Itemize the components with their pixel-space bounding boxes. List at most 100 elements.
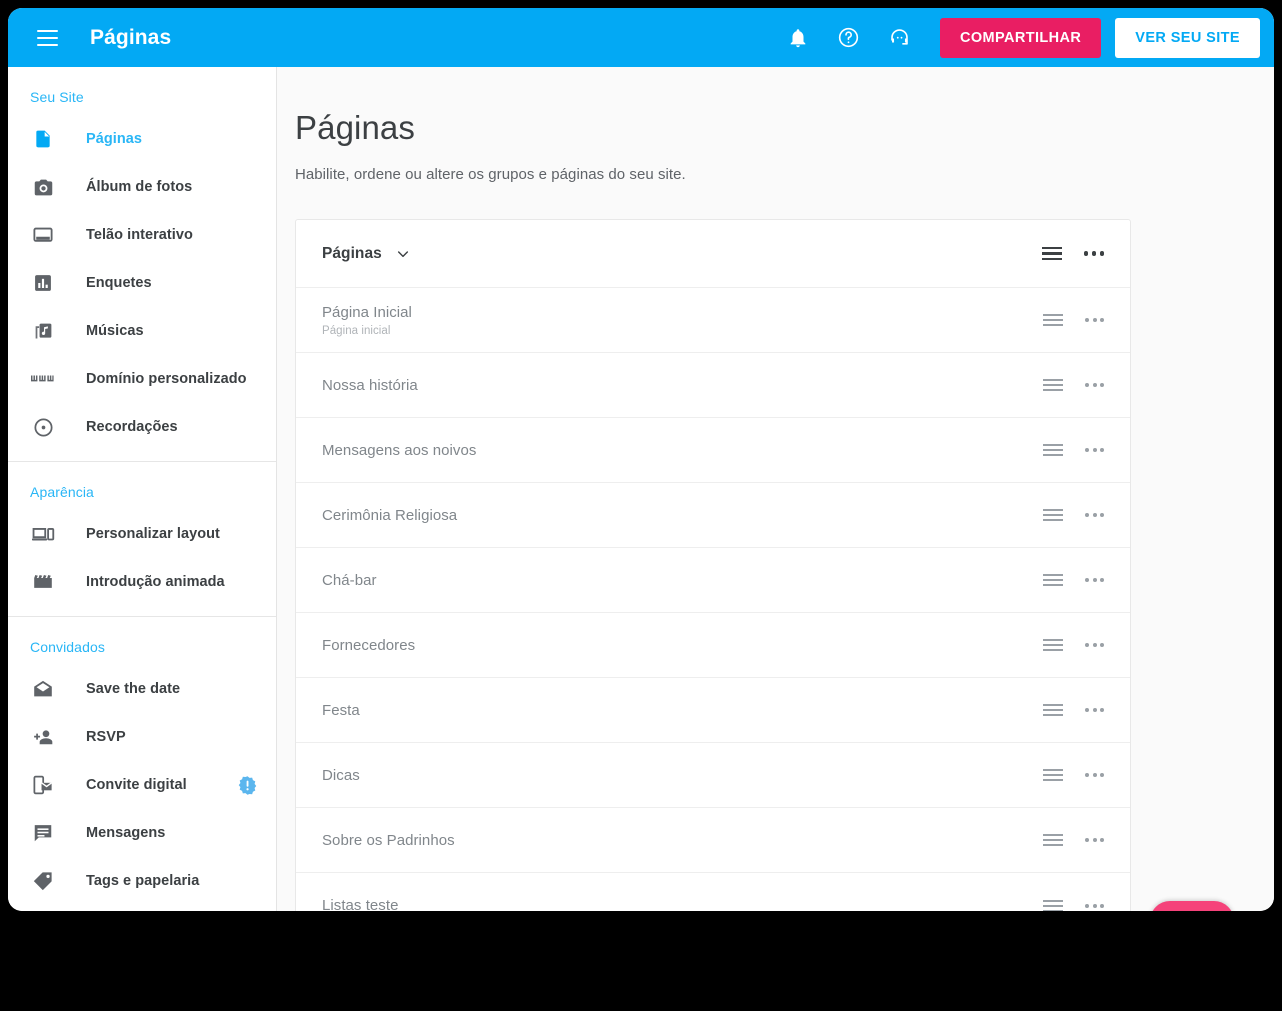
table-row[interactable]: Dicas — [296, 743, 1130, 808]
sidebar-item-label: Enquetes — [86, 275, 152, 291]
support-agent-icon[interactable] — [880, 18, 920, 58]
drag-handle-icon[interactable] — [1043, 574, 1063, 586]
more-options-icon[interactable] — [1083, 251, 1104, 256]
drag-handle-icon[interactable] — [1043, 444, 1063, 456]
drag-handle-icon[interactable] — [1043, 834, 1063, 846]
sidebar-item-paginas[interactable]: Páginas — [8, 115, 276, 163]
sidebar-item-convite-digital[interactable]: Convite digital — [8, 761, 276, 809]
sidebar-item-rsvp[interactable]: RSVP — [8, 713, 276, 761]
table-row[interactable]: Chá-bar — [296, 548, 1130, 613]
drag-handle-icon[interactable] — [1043, 509, 1063, 521]
more-options-icon[interactable] — [1085, 903, 1104, 908]
page-row-text: Nossa história — [322, 377, 418, 394]
sidebar-item-label: Domínio personalizado — [86, 371, 247, 387]
pages-card-header-actions — [1041, 246, 1104, 261]
sidebar-item-personalizar-layout[interactable]: Personalizar layout — [8, 510, 276, 558]
drag-handle-icon[interactable] — [1043, 379, 1063, 391]
more-options-icon[interactable] — [1085, 773, 1104, 777]
clapperboard-icon — [30, 571, 56, 593]
table-row[interactable]: Fornecedores — [296, 613, 1130, 678]
sidebar-item-recordacoes[interactable]: Recordações — [8, 403, 276, 451]
more-options-dots — [1085, 773, 1104, 777]
notifications-bell-icon[interactable] — [778, 18, 818, 58]
table-row[interactable]: Listas teste — [296, 873, 1130, 911]
envelope-open-icon — [30, 678, 56, 700]
sidebar-item-enquetes[interactable]: Enquetes — [8, 259, 276, 307]
alert-badge-icon — [237, 775, 258, 796]
add-page-fab[interactable] — [1150, 901, 1234, 911]
page-row-actions — [1043, 899, 1104, 911]
table-row[interactable]: Cerimônia Religiosa — [296, 483, 1130, 548]
more-options-dots — [1085, 318, 1104, 322]
page-row-actions — [1043, 834, 1104, 846]
more-options-icon[interactable] — [1085, 383, 1104, 387]
hamburger-menu-icon[interactable] — [30, 21, 64, 55]
help-circle-icon[interactable] — [829, 18, 869, 58]
page-row-text: Fornecedores — [322, 637, 415, 654]
drag-handle-icon[interactable] — [1043, 899, 1063, 911]
page-row-title: Dicas — [322, 766, 360, 784]
more-options-dots — [1085, 513, 1104, 517]
drag-handle-lines — [1043, 509, 1063, 521]
camera-icon — [30, 177, 56, 198]
sidebar-item-album-de-fotos[interactable]: Álbum de fotos — [8, 163, 276, 211]
page-row-title: Cerimônia Religiosa — [322, 506, 458, 524]
more-options-icon[interactable] — [1085, 708, 1104, 712]
devices-layout-icon — [30, 523, 56, 546]
page-row-title: Nossa história — [322, 376, 418, 394]
page-row-actions — [1043, 704, 1104, 716]
more-options-dots — [1085, 578, 1104, 582]
sidebar-item-dominio-personalizado[interactable]: Domínio personalizado — [8, 355, 276, 403]
table-row[interactable]: Nossa história — [296, 353, 1130, 418]
more-options-icon[interactable] — [1085, 578, 1104, 582]
drag-handle-icon[interactable] — [1043, 704, 1063, 716]
sidebar-item-telao-interativo[interactable]: Telão interativo — [8, 211, 276, 259]
drag-handle-icon[interactable] — [1043, 314, 1063, 326]
table-row[interactable]: Festa — [296, 678, 1130, 743]
page-row-title: Mensagens aos noivos — [322, 441, 477, 459]
screen-monitor-icon — [30, 224, 56, 246]
sidebar-item-label: Tags e papelaria — [86, 873, 200, 889]
sidebar: Seu Site Páginas Álbum de fotos Telão in… — [8, 67, 277, 911]
page-row-text: Página Inicial Página inicial — [322, 304, 412, 337]
sidebar-section-aparencia: Aparência Personalizar layout Introdução… — [8, 462, 276, 617]
body-wrapper: Seu Site Páginas Álbum de fotos Telão in… — [8, 67, 1274, 911]
page-row-title: Página Inicial — [322, 303, 412, 321]
table-row[interactable]: Sobre os Padrinhos — [296, 808, 1130, 873]
chevron-down-icon[interactable] — [395, 246, 411, 262]
table-row[interactable]: Mensagens aos noivos — [296, 418, 1130, 483]
page-row-actions — [1043, 314, 1104, 326]
sidebar-item-tags-e-papelaria[interactable]: Tags e papelaria — [8, 857, 276, 905]
more-options-icon[interactable] — [1085, 318, 1104, 322]
page-row-actions — [1043, 509, 1104, 521]
sidebar-item-label: Mensagens — [86, 825, 166, 841]
more-options-icon[interactable] — [1085, 838, 1104, 842]
more-options-icon[interactable] — [1085, 643, 1104, 647]
sidebar-item-label: RSVP — [86, 729, 126, 745]
more-options-dots — [1085, 383, 1104, 387]
more-options-icon[interactable] — [1085, 513, 1104, 517]
sidebar-item-label: Páginas — [86, 131, 142, 147]
sidebar-item-musicas[interactable]: Músicas — [8, 307, 276, 355]
page-row-actions — [1043, 639, 1104, 651]
drag-handle-icon[interactable] — [1041, 246, 1062, 261]
tag-label-icon — [30, 870, 56, 892]
view-site-button[interactable]: VER SEU SITE — [1115, 17, 1260, 58]
sidebar-item-mensagens[interactable]: Mensagens — [8, 809, 276, 857]
sidebar-section-seu-site: Seu Site Páginas Álbum de fotos Telão in… — [8, 67, 276, 462]
drag-handle-icon[interactable] — [1043, 639, 1063, 651]
sidebar-item-introducao-animada[interactable]: Introdução animada — [8, 558, 276, 606]
hamburger-line — [36, 29, 58, 32]
table-row[interactable]: Página Inicial Página inicial — [296, 288, 1130, 353]
page-row-text: Mensagens aos noivos — [322, 442, 476, 459]
drag-handle-lines — [1043, 314, 1063, 326]
sidebar-item-save-the-date[interactable]: Save the date — [8, 665, 276, 713]
music-library-icon — [30, 321, 56, 342]
more-options-icon[interactable] — [1085, 448, 1104, 452]
top-app-bar: Páginas COMPARTILHAR VER SEU SITE — [8, 8, 1274, 67]
drag-handle-lines — [1043, 899, 1063, 911]
drag-handle-lines — [1043, 444, 1063, 456]
share-button[interactable]: COMPARTILHAR — [939, 17, 1102, 58]
drag-handle-icon[interactable] — [1043, 769, 1063, 781]
chat-message-icon — [30, 822, 56, 844]
